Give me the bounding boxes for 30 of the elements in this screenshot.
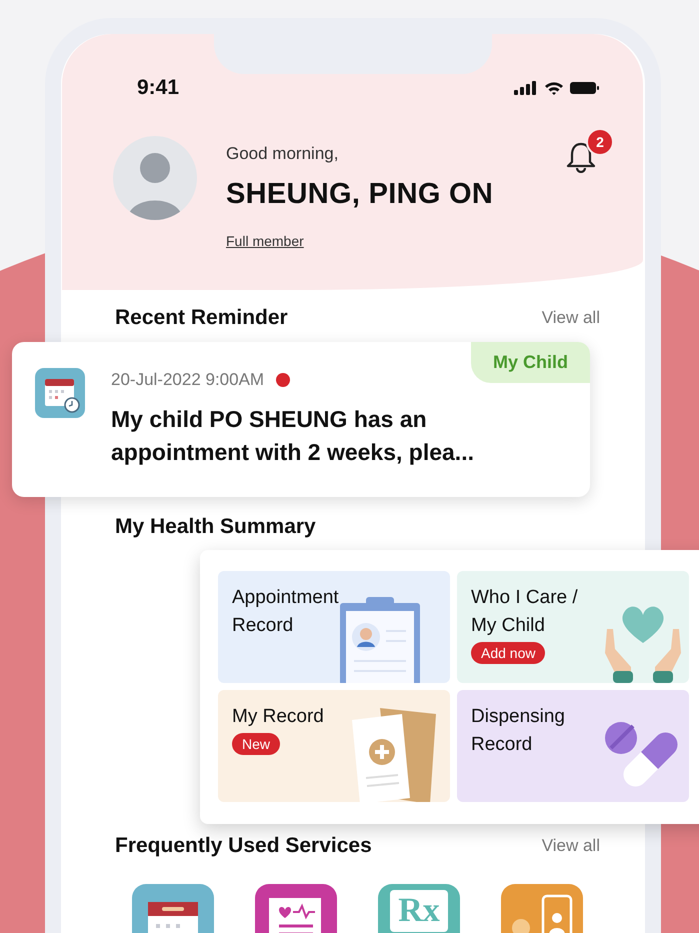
notification-badge: 2 (586, 128, 614, 156)
membership-link[interactable]: Full member (226, 233, 304, 249)
reminder-tag: My Child (471, 342, 590, 383)
tile-badge: Add now (471, 642, 546, 664)
calendar-icon (35, 368, 85, 418)
status-time: 9:41 (137, 76, 180, 100)
view-all-link[interactable]: View all (542, 836, 600, 856)
battery-icon (570, 81, 600, 95)
reminder-message: My child PO SHEUNG has an appointment with 2 weeks, plea... (111, 405, 475, 467)
signal-icon (514, 81, 538, 95)
summary-tile[interactable]: Who I Care / My Child Add now (457, 571, 689, 683)
tile-label: Dispensing Record (471, 705, 566, 757)
view-all-link[interactable]: View all (542, 308, 600, 328)
section-title: Recent Reminder (115, 306, 288, 330)
summary-tile[interactable]: Appointment Record (218, 571, 450, 683)
tile-badge: New (232, 733, 280, 755)
tile-label: Who I Care / My Child (471, 586, 579, 638)
tile-label: My Record (232, 705, 325, 729)
section-title: My Health Summary (115, 515, 316, 539)
reminder-card[interactable]: 20-Jul-2022 9:00AM My child PO SHEUNG has an appointment with 2 weeks, plea... My Child (12, 342, 590, 497)
section-title: Frequently Used Services (115, 834, 372, 858)
greeting-text: Good morning, (226, 144, 338, 164)
notification-bell-icon[interactable] (566, 141, 596, 173)
rx-symbol: Rx (390, 890, 448, 932)
reminder-datetime: 20-Jul-2022 9:00AM (111, 370, 264, 390)
wifi-icon (544, 80, 564, 96)
summary-tile[interactable]: Dispensing Record (457, 690, 689, 802)
tile-label: Appointment Record (232, 586, 340, 638)
summary-tile[interactable]: My Record New (218, 690, 450, 802)
user-name: SHEUNG, PING ON (226, 178, 494, 211)
